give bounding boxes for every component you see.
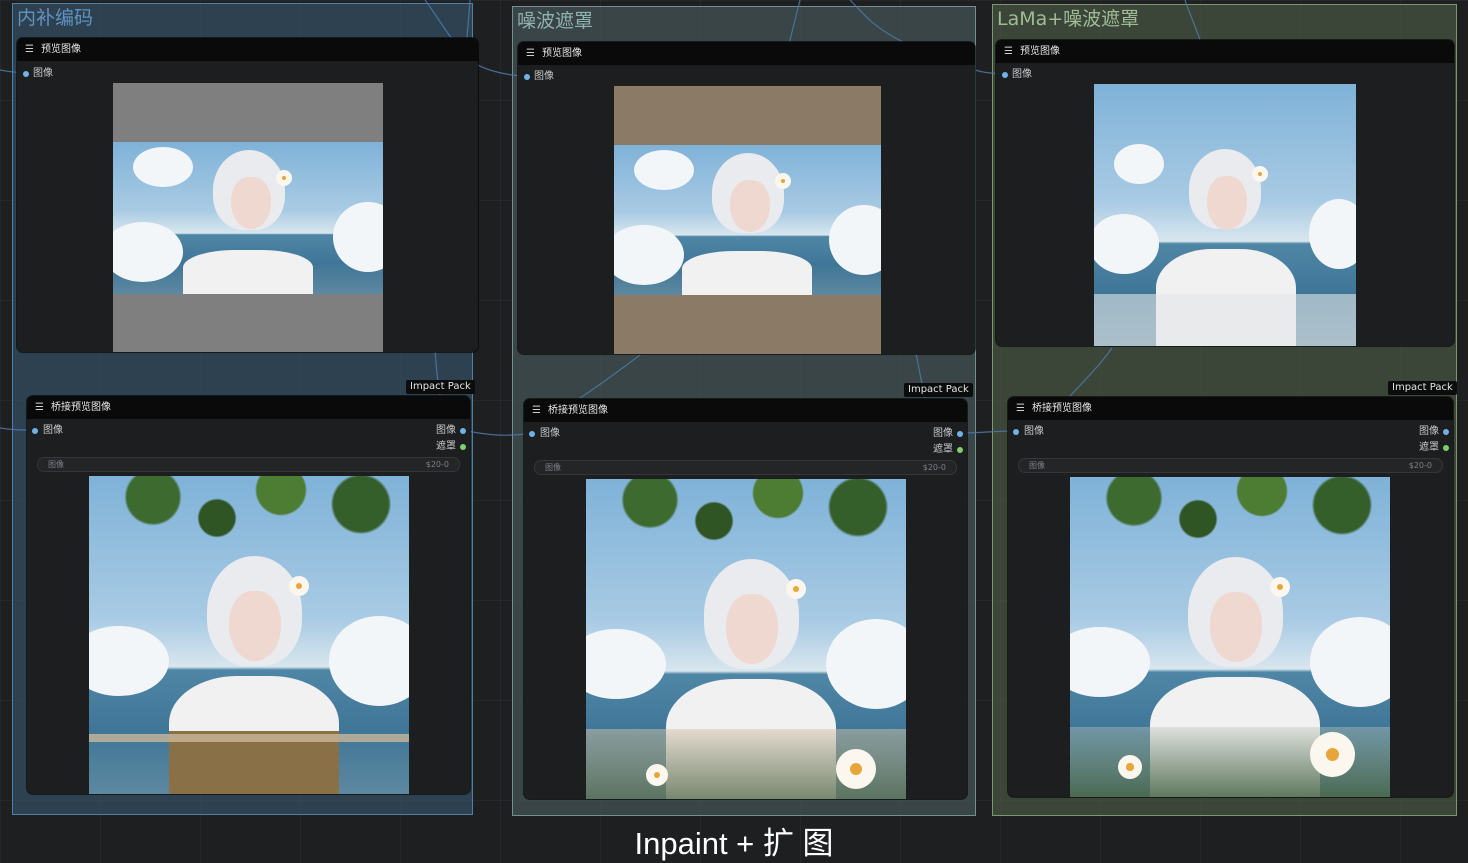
input-port-label: 图像 <box>1024 426 1044 437</box>
preview-image <box>614 86 881 354</box>
node-title: 桥接预览图像 <box>1032 403 1092 414</box>
node-title: 桥接预览图像 <box>548 405 608 416</box>
node-header[interactable]: ☰ 预览图像 <box>17 38 478 61</box>
node-header[interactable]: ☰ 桥接预览图像 <box>524 399 967 422</box>
impact-pack-badge: Impact Pack <box>904 383 973 397</box>
input-port-dot[interactable] <box>529 431 535 437</box>
menu-icon[interactable]: ☰ <box>35 396 45 419</box>
output-port-label-mask: 遮罩 <box>1419 442 1439 453</box>
input-port-dot[interactable] <box>1002 72 1008 78</box>
output-port-label-image: 图像 <box>436 425 456 436</box>
input-port-label: 图像 <box>540 428 560 439</box>
input-port-label: 图像 <box>33 68 53 79</box>
widget-value: $20-0 <box>1408 461 1432 470</box>
bridge-preview-node[interactable]: ☰ 桥接预览图像 图像 图像 遮罩 图像 $20-0 <box>27 396 470 794</box>
bridge-preview-node[interactable]: ☰ 桥接预览图像 图像 图像 遮罩 图像 $20-0 <box>524 399 967 799</box>
input-port-dot[interactable] <box>1013 429 1019 435</box>
node-title: 预览图像 <box>542 48 582 59</box>
output-port-dot-mask[interactable] <box>957 447 963 453</box>
widget-label: 图像 <box>545 463 561 472</box>
menu-icon[interactable]: ☰ <box>532 399 542 422</box>
bridge-preview-image <box>89 476 409 794</box>
widget-label: 图像 <box>1029 461 1045 470</box>
output-port-dot-image[interactable] <box>957 431 963 437</box>
node-header[interactable]: ☰ 桥接预览图像 <box>1008 397 1453 420</box>
input-port-label: 图像 <box>1012 69 1032 80</box>
input-port-dot[interactable] <box>32 428 38 434</box>
output-port-label-mask: 遮罩 <box>933 444 953 455</box>
preview-image-node[interactable]: ☰ 预览图像 图像 <box>996 40 1454 346</box>
preview-image <box>1094 84 1356 346</box>
widget-value: $20-0 <box>922 463 946 472</box>
menu-icon[interactable]: ☰ <box>526 42 536 65</box>
preview-image-node[interactable]: ☰ 预览图像 图像 <box>17 38 478 352</box>
image-widget[interactable]: 图像 $20-0 <box>1018 458 1443 473</box>
impact-pack-badge: Impact Pack <box>1388 381 1457 395</box>
input-port-dot[interactable] <box>524 74 530 80</box>
node-header[interactable]: ☰ 预览图像 <box>996 40 1454 63</box>
node-title: 预览图像 <box>1020 46 1060 57</box>
caption-title: Inpaint + 扩 图 <box>634 826 834 861</box>
preview-image-node[interactable]: ☰ 预览图像 图像 <box>518 42 975 354</box>
image-widget[interactable]: 图像 $20-0 <box>534 460 957 475</box>
input-port-dot[interactable] <box>23 71 29 77</box>
node-title: 桥接预览图像 <box>51 402 111 413</box>
preview-image <box>113 83 383 352</box>
output-port-dot-image[interactable] <box>460 428 466 434</box>
menu-icon[interactable]: ☰ <box>1004 40 1014 63</box>
input-port-label: 图像 <box>43 425 63 436</box>
bridge-preview-image <box>586 479 906 799</box>
output-port-label-image: 图像 <box>1419 426 1439 437</box>
output-port-dot-mask[interactable] <box>460 444 466 450</box>
node-header[interactable]: ☰ 预览图像 <box>518 42 975 65</box>
image-widget[interactable]: 图像 $20-0 <box>37 457 460 472</box>
bridge-preview-node[interactable]: ☰ 桥接预览图像 图像 图像 遮罩 图像 $20-0 <box>1008 397 1453 797</box>
output-port-label-mask: 遮罩 <box>436 441 456 452</box>
input-port-label: 图像 <box>534 71 554 82</box>
widget-value: $20-0 <box>425 460 449 469</box>
node-header[interactable]: ☰ 桥接预览图像 <box>27 396 470 419</box>
menu-icon[interactable]: ☰ <box>1016 397 1026 420</box>
output-port-dot-mask[interactable] <box>1443 445 1449 451</box>
menu-icon[interactable]: ☰ <box>25 38 35 61</box>
impact-pack-badge: Impact Pack <box>406 380 475 394</box>
bridge-preview-image <box>1070 477 1390 797</box>
output-port-dot-image[interactable] <box>1443 429 1449 435</box>
output-port-label-image: 图像 <box>933 428 953 439</box>
node-title: 预览图像 <box>41 44 81 55</box>
widget-label: 图像 <box>48 460 64 469</box>
